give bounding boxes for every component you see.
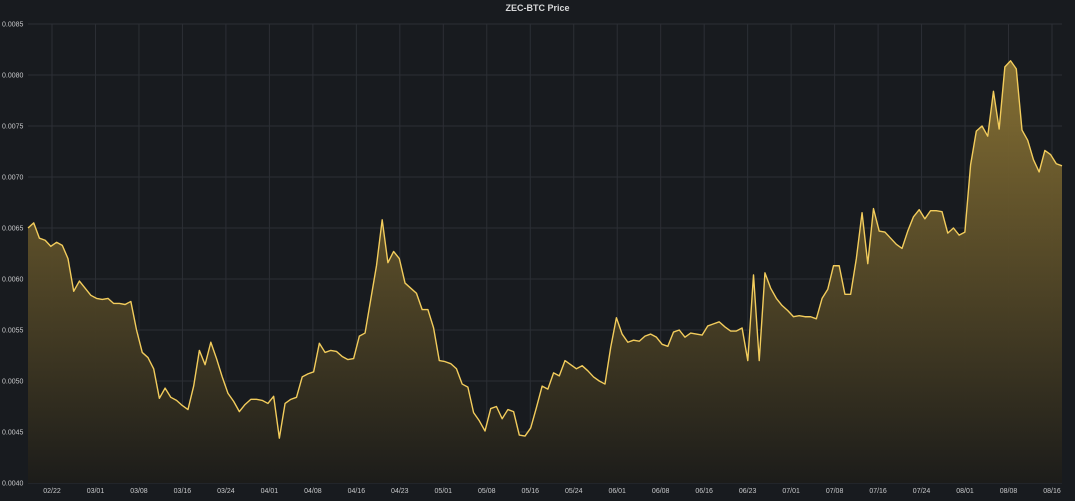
- y-tick-label: 0.0065: [2, 226, 24, 233]
- y-tick-label: 0.0050: [2, 379, 24, 386]
- x-tick-label: 03/01: [87, 488, 105, 495]
- y-tick-label: 0.0075: [2, 124, 24, 131]
- x-tick-label: 05/24: [565, 488, 583, 495]
- price-chart: 0.0040 0.0045 0.0050 0.0055 0.0060 0.0065 0.00…: [2, 22, 1063, 495]
- x-tick-label: 02/22: [43, 488, 61, 495]
- y-tick-label: 0.0060: [2, 277, 24, 284]
- x-tick-label: 03/24: [217, 488, 235, 495]
- x-tick-label: 06/16: [695, 488, 713, 495]
- y-tick-label: 0.0070: [2, 175, 24, 182]
- area-series: [28, 60, 1062, 483]
- x-tick-label: 04/23: [391, 488, 409, 495]
- x-tick-label: 04/01: [261, 488, 279, 495]
- y-tick-label: 0.0040: [2, 481, 24, 488]
- x-tick-label: 07/24: [913, 488, 931, 495]
- x-tick-label: 05/16: [521, 488, 539, 495]
- x-tick-label: 08/16: [1043, 488, 1061, 495]
- x-axis: 02/22 03/01 03/08 03/16 03/24 04/01 04/08 04/16…: [43, 488, 1061, 495]
- x-tick-label: 06/08: [652, 488, 670, 495]
- x-tick-label: 05/01: [435, 488, 453, 495]
- x-tick-label: 05/08: [478, 488, 496, 495]
- x-tick-label: 03/08: [130, 488, 148, 495]
- x-tick-label: 07/01: [782, 488, 800, 495]
- x-tick-label: 03/16: [174, 488, 192, 495]
- x-tick-label: 04/16: [348, 488, 366, 495]
- x-tick-label: 07/08: [826, 488, 844, 495]
- x-tick-label: 07/16: [869, 488, 887, 495]
- x-tick-label: 08/08: [1000, 488, 1018, 495]
- x-tick-label: 06/23: [739, 488, 757, 495]
- x-tick-label: 08/01: [956, 488, 974, 495]
- chart-panel: ZEC-BTC Price 0.0040 0.0045 0.0050 0.0055 0.…: [0, 0, 1075, 501]
- y-tick-label: 0.0080: [2, 73, 24, 80]
- y-tick-label: 0.0045: [2, 430, 24, 437]
- x-tick-label: 06/01: [608, 488, 626, 495]
- y-tick-label: 0.0085: [2, 22, 24, 29]
- x-tick-label: 04/08: [304, 488, 322, 495]
- y-axis: 0.0040 0.0045 0.0050 0.0055 0.0060 0.0065 0.00…: [2, 22, 24, 488]
- y-tick-label: 0.0055: [2, 328, 24, 335]
- area-fill: [28, 60, 1062, 483]
